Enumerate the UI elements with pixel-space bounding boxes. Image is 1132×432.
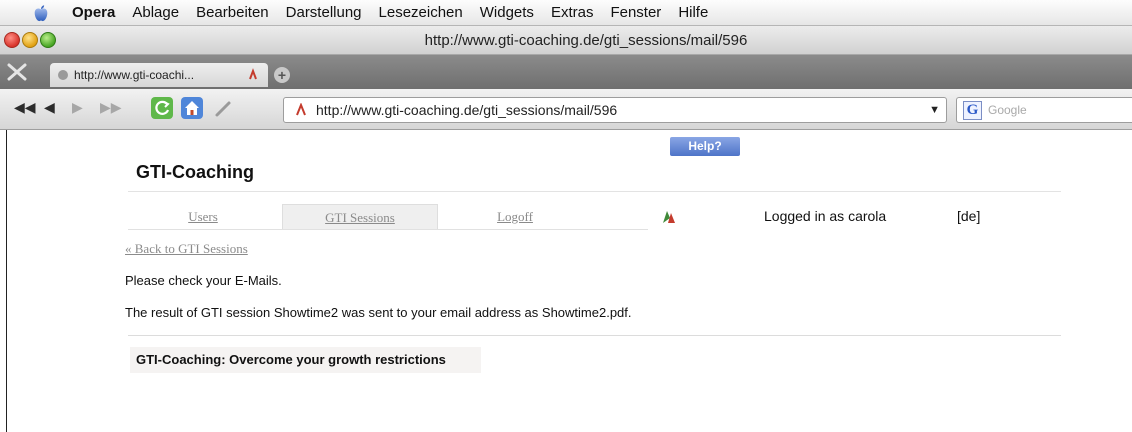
menu-extras[interactable]: Extras: [551, 4, 594, 21]
menu-lesezeichen[interactable]: Lesezeichen: [379, 4, 463, 21]
nav-gti-sessions-link[interactable]: GTI Sessions: [282, 204, 438, 230]
apple-icon[interactable]: [32, 4, 50, 22]
browser-toolbar: ◀◀ ◀ ▶ ▶▶ http://www.gti-coaching.de/gti…: [0, 89, 1132, 130]
search-placeholder: Google: [988, 103, 1027, 117]
result-sent-message: The result of GTI session Showtime2 was …: [125, 305, 632, 320]
nav-logoff-link[interactable]: Logoff: [440, 204, 590, 229]
nav-users-link[interactable]: Users: [128, 204, 278, 229]
window-title-bar[interactable]: http://www.gti-coaching.de/gti_sessions/…: [0, 26, 1132, 55]
check-email-message: Please check your E-Mails.: [125, 273, 282, 288]
back-to-sessions-link[interactable]: « Back to GTI Sessions: [125, 241, 248, 257]
site-title: GTI-Coaching: [136, 162, 254, 182]
menu-bearbeiten[interactable]: Bearbeiten: [196, 4, 269, 21]
menu-hilfe[interactable]: Hilfe: [678, 4, 708, 21]
window-title: http://www.gti-coaching.de/gti_sessions/…: [424, 32, 748, 49]
address-input[interactable]: http://www.gti-coaching.de/gti_sessions/…: [316, 102, 617, 118]
divider: [128, 191, 1061, 192]
tab-bar: http://www.gti-coachi... +: [0, 55, 1132, 89]
nav-underline: [128, 229, 648, 230]
gti-logo-icon: [663, 211, 675, 223]
divider: [128, 335, 1061, 336]
reload-icon[interactable]: [150, 96, 174, 120]
menu-widgets[interactable]: Widgets: [480, 4, 534, 21]
google-icon[interactable]: G: [963, 100, 982, 120]
menu-bar: Opera Ablage Bearbeiten Darstellung Lese…: [0, 0, 1132, 26]
address-dropdown-icon[interactable]: ▼: [929, 104, 940, 116]
site-nav: Users GTI Sessions Logoff Logged in as c…: [128, 204, 1061, 230]
language-switch[interactable]: [de]: [957, 208, 980, 224]
address-bar[interactable]: http://www.gti-coaching.de/gti_sessions/…: [283, 97, 947, 123]
tab-favicon-icon: [58, 70, 68, 80]
page-left-border: [6, 130, 7, 432]
tab-title: http://www.gti-coachi...: [74, 68, 195, 82]
browser-tab[interactable]: http://www.gti-coachi...: [50, 63, 268, 87]
home-icon[interactable]: [180, 96, 204, 120]
menu-opera[interactable]: Opera: [72, 4, 115, 21]
rewind-icon[interactable]: ◀◀: [14, 99, 36, 116]
logged-in-status: Logged in as carola: [764, 208, 887, 224]
search-field[interactable]: G Google: [956, 97, 1132, 123]
menu-darstellung[interactable]: Darstellung: [286, 4, 362, 21]
tab-close-icon[interactable]: [246, 68, 260, 82]
new-tab-button[interactable]: +: [274, 67, 290, 83]
forward-icon[interactable]: ▶: [72, 99, 83, 116]
page-icon: [296, 103, 306, 116]
tools-icon[interactable]: [6, 62, 28, 82]
help-button[interactable]: Help?: [670, 137, 740, 156]
menu-fenster[interactable]: Fenster: [610, 4, 661, 21]
edit-pencil-icon[interactable]: [212, 96, 236, 120]
site-footer: GTI-Coaching: Overcome your growth restr…: [130, 347, 481, 373]
menu-ablage[interactable]: Ablage: [132, 4, 179, 21]
fast-forward-icon[interactable]: ▶▶: [100, 99, 122, 116]
page-content: Help? GTI-Coaching Users GTI Sessions Lo…: [0, 130, 1132, 432]
back-icon[interactable]: ◀: [44, 99, 55, 116]
